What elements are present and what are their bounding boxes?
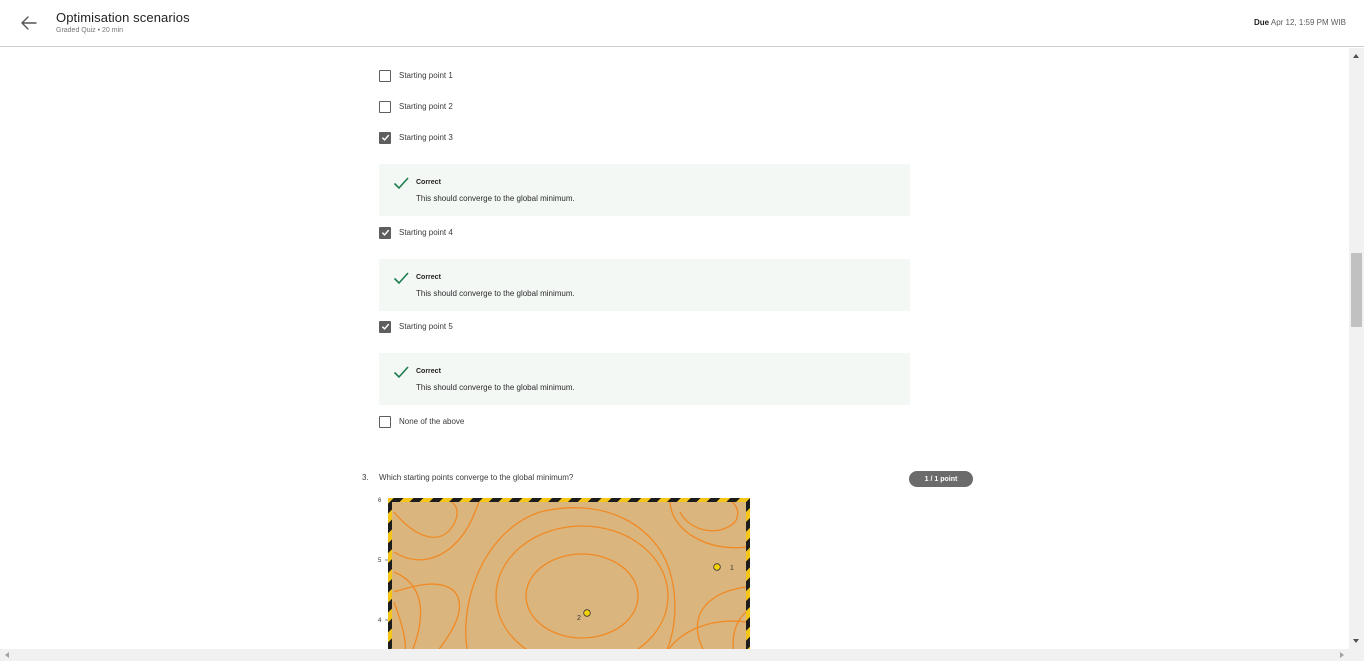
correct-check-icon	[393, 177, 409, 190]
option-label: Starting point 5	[399, 322, 453, 331]
quiz-content: Starting point 1 Starting point 2 Starti…	[0, 48, 1349, 649]
checkbox-checked[interactable]	[379, 320, 391, 333]
option-label: Starting point 1	[399, 71, 453, 80]
option-starting-point-4[interactable]: Starting point 4	[379, 226, 453, 239]
point-label: 2	[577, 615, 581, 622]
scroll-up-arrow-icon[interactable]	[1353, 54, 1359, 58]
back-button[interactable]	[18, 12, 40, 34]
option-label: Starting point 3	[399, 133, 453, 142]
due-date: Due Apr 12, 1:59 PM WIB	[1254, 18, 1346, 27]
points-badge: 1 / 1 point	[909, 471, 973, 487]
checkbox-unchecked[interactable]	[379, 100, 391, 113]
feedback-text: This should converge to the global minim…	[416, 383, 575, 392]
horizontal-scrollbar[interactable]	[0, 649, 1364, 661]
feedback-text: This should converge to the global minim…	[416, 289, 575, 298]
correct-check-icon	[393, 272, 409, 285]
contour-plot-image: 6 5 4 1 2	[378, 498, 750, 649]
quiz-title: Optimisation scenarios	[56, 10, 190, 25]
feedback-title: Correct	[416, 274, 441, 281]
due-label: Due	[1253, 18, 1270, 27]
y-tick-label: 4	[378, 618, 382, 624]
quiz-subtitle: Graded Quiz • 20 min	[56, 27, 124, 34]
correct-check-icon	[393, 366, 409, 379]
quiz-header: Optimisation scenarios Graded Quiz • 20 …	[0, 0, 1364, 47]
option-starting-point-1[interactable]: Starting point 1	[379, 69, 453, 82]
due-value: Apr 12, 1:59 PM WIB	[1270, 18, 1346, 27]
option-label: None of the above	[399, 417, 465, 426]
check-icon	[381, 229, 389, 236]
check-icon	[381, 134, 389, 141]
y-tick-label: 6	[378, 498, 382, 504]
option-starting-point-3[interactable]: Starting point 3	[379, 131, 453, 144]
checkbox-checked[interactable]	[379, 131, 391, 144]
option-label: Starting point 2	[399, 102, 453, 111]
feedback-correct: Correct This should converge to the glob…	[379, 353, 910, 405]
feedback-text: This should converge to the global minim…	[416, 194, 575, 203]
checkbox-unchecked[interactable]	[379, 69, 391, 82]
question-number: 3.	[362, 473, 369, 482]
arrow-left-icon	[21, 16, 37, 30]
scroll-thumb[interactable]	[1351, 253, 1362, 327]
feedback-title: Correct	[416, 368, 441, 375]
checkbox-unchecked[interactable]	[379, 415, 391, 428]
feedback-correct: Correct This should converge to the glob…	[379, 164, 910, 216]
scroll-down-arrow-icon[interactable]	[1353, 639, 1359, 643]
vertical-scrollbar[interactable]	[1349, 48, 1364, 649]
option-label: Starting point 4	[399, 228, 453, 237]
option-starting-point-2[interactable]: Starting point 2	[379, 100, 453, 113]
point-label: 1	[730, 565, 734, 572]
question-text: Which starting points converge to the gl…	[379, 473, 574, 482]
checkbox-checked[interactable]	[379, 226, 391, 239]
y-tick-label: 5	[378, 558, 382, 564]
option-none-of-the-above[interactable]: None of the above	[379, 415, 464, 428]
feedback-title: Correct	[416, 179, 441, 186]
check-icon	[381, 323, 389, 330]
option-starting-point-5[interactable]: Starting point 5	[379, 320, 453, 333]
scroll-left-arrow-icon[interactable]	[5, 652, 9, 658]
feedback-correct: Correct This should converge to the glob…	[379, 259, 910, 311]
scroll-right-arrow-icon[interactable]	[1340, 652, 1344, 658]
